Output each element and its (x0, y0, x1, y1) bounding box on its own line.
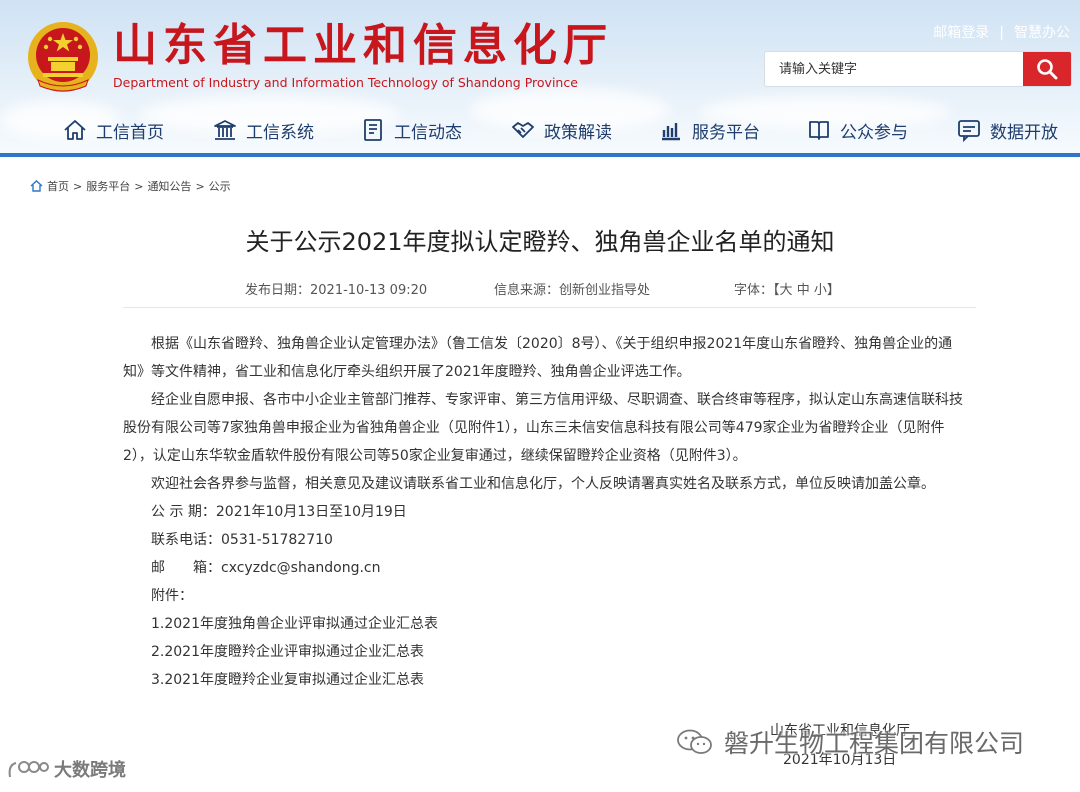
watermark-brand-text: 大数跨境 (54, 760, 126, 781)
nav-item-system[interactable]: 工信系统 (212, 110, 314, 150)
home-icon (64, 120, 86, 140)
breadcrumb-service[interactable]: 服务平台 (86, 178, 130, 194)
nav-item-label: 公众参与 (840, 122, 908, 143)
watermark-company-text: 磐升生物工程集团有限公司 (724, 729, 1025, 758)
handshake-icon (512, 122, 534, 138)
contact-phone: 联系电话：0531-51782710 (151, 532, 333, 548)
top-links: 邮箱登录 | 智慧办公 (933, 22, 1070, 42)
paragraph: 经企业自愿申报、各市中小企业主管部门推荐、专家评审、第三方信用评级、尽职调查、联… (123, 392, 963, 464)
publish-date: 发布日期：2021-10-13 09:20 (245, 283, 428, 298)
meta-divider (123, 307, 976, 308)
info-source: 信息来源：创新创业指导处 (494, 283, 651, 298)
nav-item-home[interactable]: 工信首页 (62, 110, 164, 150)
nav-item-label: 工信首页 (96, 122, 164, 143)
site-header: 山东省工业和信息化厅 Department of Industry and In… (0, 0, 1080, 157)
font-size-selector: 字体：【大 中 小】 (734, 283, 840, 298)
font-size-small[interactable]: 小 (814, 283, 827, 298)
nav-underline-bar (0, 153, 1080, 157)
attachment-link-3[interactable]: 3.2021年度瞪羚企业复审拟通过企业汇总表 (123, 666, 973, 694)
nav-item-public[interactable]: 公众参与 (806, 110, 908, 150)
nav-item-service[interactable]: 服务平台 (658, 110, 760, 150)
nav-item-label: 工信动态 (394, 122, 462, 143)
main-nav: 工信首页 工信系统 工信动态 政策解读 服务平台 公众参与 数据开放 (0, 110, 1080, 150)
breadcrumb-current[interactable]: 公示 (209, 178, 231, 194)
chat-icon (958, 120, 980, 143)
nav-item-policy[interactable]: 政策解读 (510, 110, 612, 150)
paragraph: 根据《山东省瞪羚、独角兽企业认定管理办法》（鲁工信发〔2020〕8号）、《关于组… (123, 336, 953, 380)
home-icon (30, 180, 43, 192)
mail-login-link[interactable]: 邮箱登录 (933, 25, 989, 41)
search-input[interactable] (765, 52, 1033, 86)
nav-item-label: 工信系统 (246, 122, 314, 143)
breadcrumb-separator: > (134, 179, 144, 193)
building-icon (214, 120, 236, 140)
article-title: 关于公示2021年度拟认定瞪羚、独角兽企业名单的通知 (245, 228, 835, 256)
wechat-icon (677, 729, 712, 754)
font-size-medium[interactable]: 中 (797, 283, 810, 298)
top-link-separator: | (999, 25, 1004, 41)
font-size-large[interactable]: 大 (780, 283, 793, 298)
smart-office-link[interactable]: 智慧办公 (1014, 25, 1070, 41)
nav-item-label: 政策解读 (544, 122, 612, 143)
contact-email: 邮 箱：cxcyzdc@shandong.cn (151, 560, 381, 576)
breadcrumb-notice[interactable]: 通知公告 (147, 178, 191, 194)
search-icon (1037, 59, 1058, 80)
publicity-period: 公 示 期：2021年10月13日至10月19日 (151, 504, 407, 520)
attachments-label: 附件： (151, 588, 193, 604)
breadcrumb-separator: > (73, 179, 83, 193)
search-button[interactable] (1023, 52, 1071, 86)
nav-item-label: 数据开放 (990, 122, 1058, 143)
book-icon (809, 121, 829, 140)
nav-item-label: 服务平台 (692, 122, 760, 143)
breadcrumb-separator: > (195, 179, 205, 193)
attachment-link-1[interactable]: 1.2021年度独角兽企业评审拟通过企业汇总表 (123, 610, 973, 638)
nav-item-data[interactable]: 数据开放 (956, 110, 1058, 150)
paragraph: 欢迎社会各界参与监督，相关意见及建议请联系省工业和信息化厅，个人反映请署真实姓名… (151, 476, 935, 492)
national-emblem-icon (28, 22, 98, 92)
breadcrumb-home[interactable]: 首页 (47, 178, 69, 194)
watermark-company: 磐升生物工程集团有限公司 (676, 724, 1024, 760)
brand-logo-icon (8, 761, 49, 778)
watermark-brand: 大数跨境 (6, 756, 126, 782)
breadcrumb: 首页 > 服务平台 > 通知公告 > 公示 (30, 178, 231, 194)
nav-item-news[interactable]: 工信动态 (360, 110, 462, 150)
search-box (765, 52, 1071, 86)
news-icon (364, 119, 382, 141)
font-size-label: 字体： (734, 283, 774, 298)
attachment-link-2[interactable]: 2.2021年度瞪羚企业评审拟通过企业汇总表 (123, 638, 973, 666)
site-subtitle: Department of Industry and Information T… (113, 75, 578, 90)
site-title: 山东省工业和信息化厅 (113, 20, 613, 71)
chart-icon (662, 123, 680, 141)
article-body: 根据《山东省瞪羚、独角兽企业认定管理办法》（鲁工信发〔2020〕8号）、《关于组… (123, 330, 973, 694)
